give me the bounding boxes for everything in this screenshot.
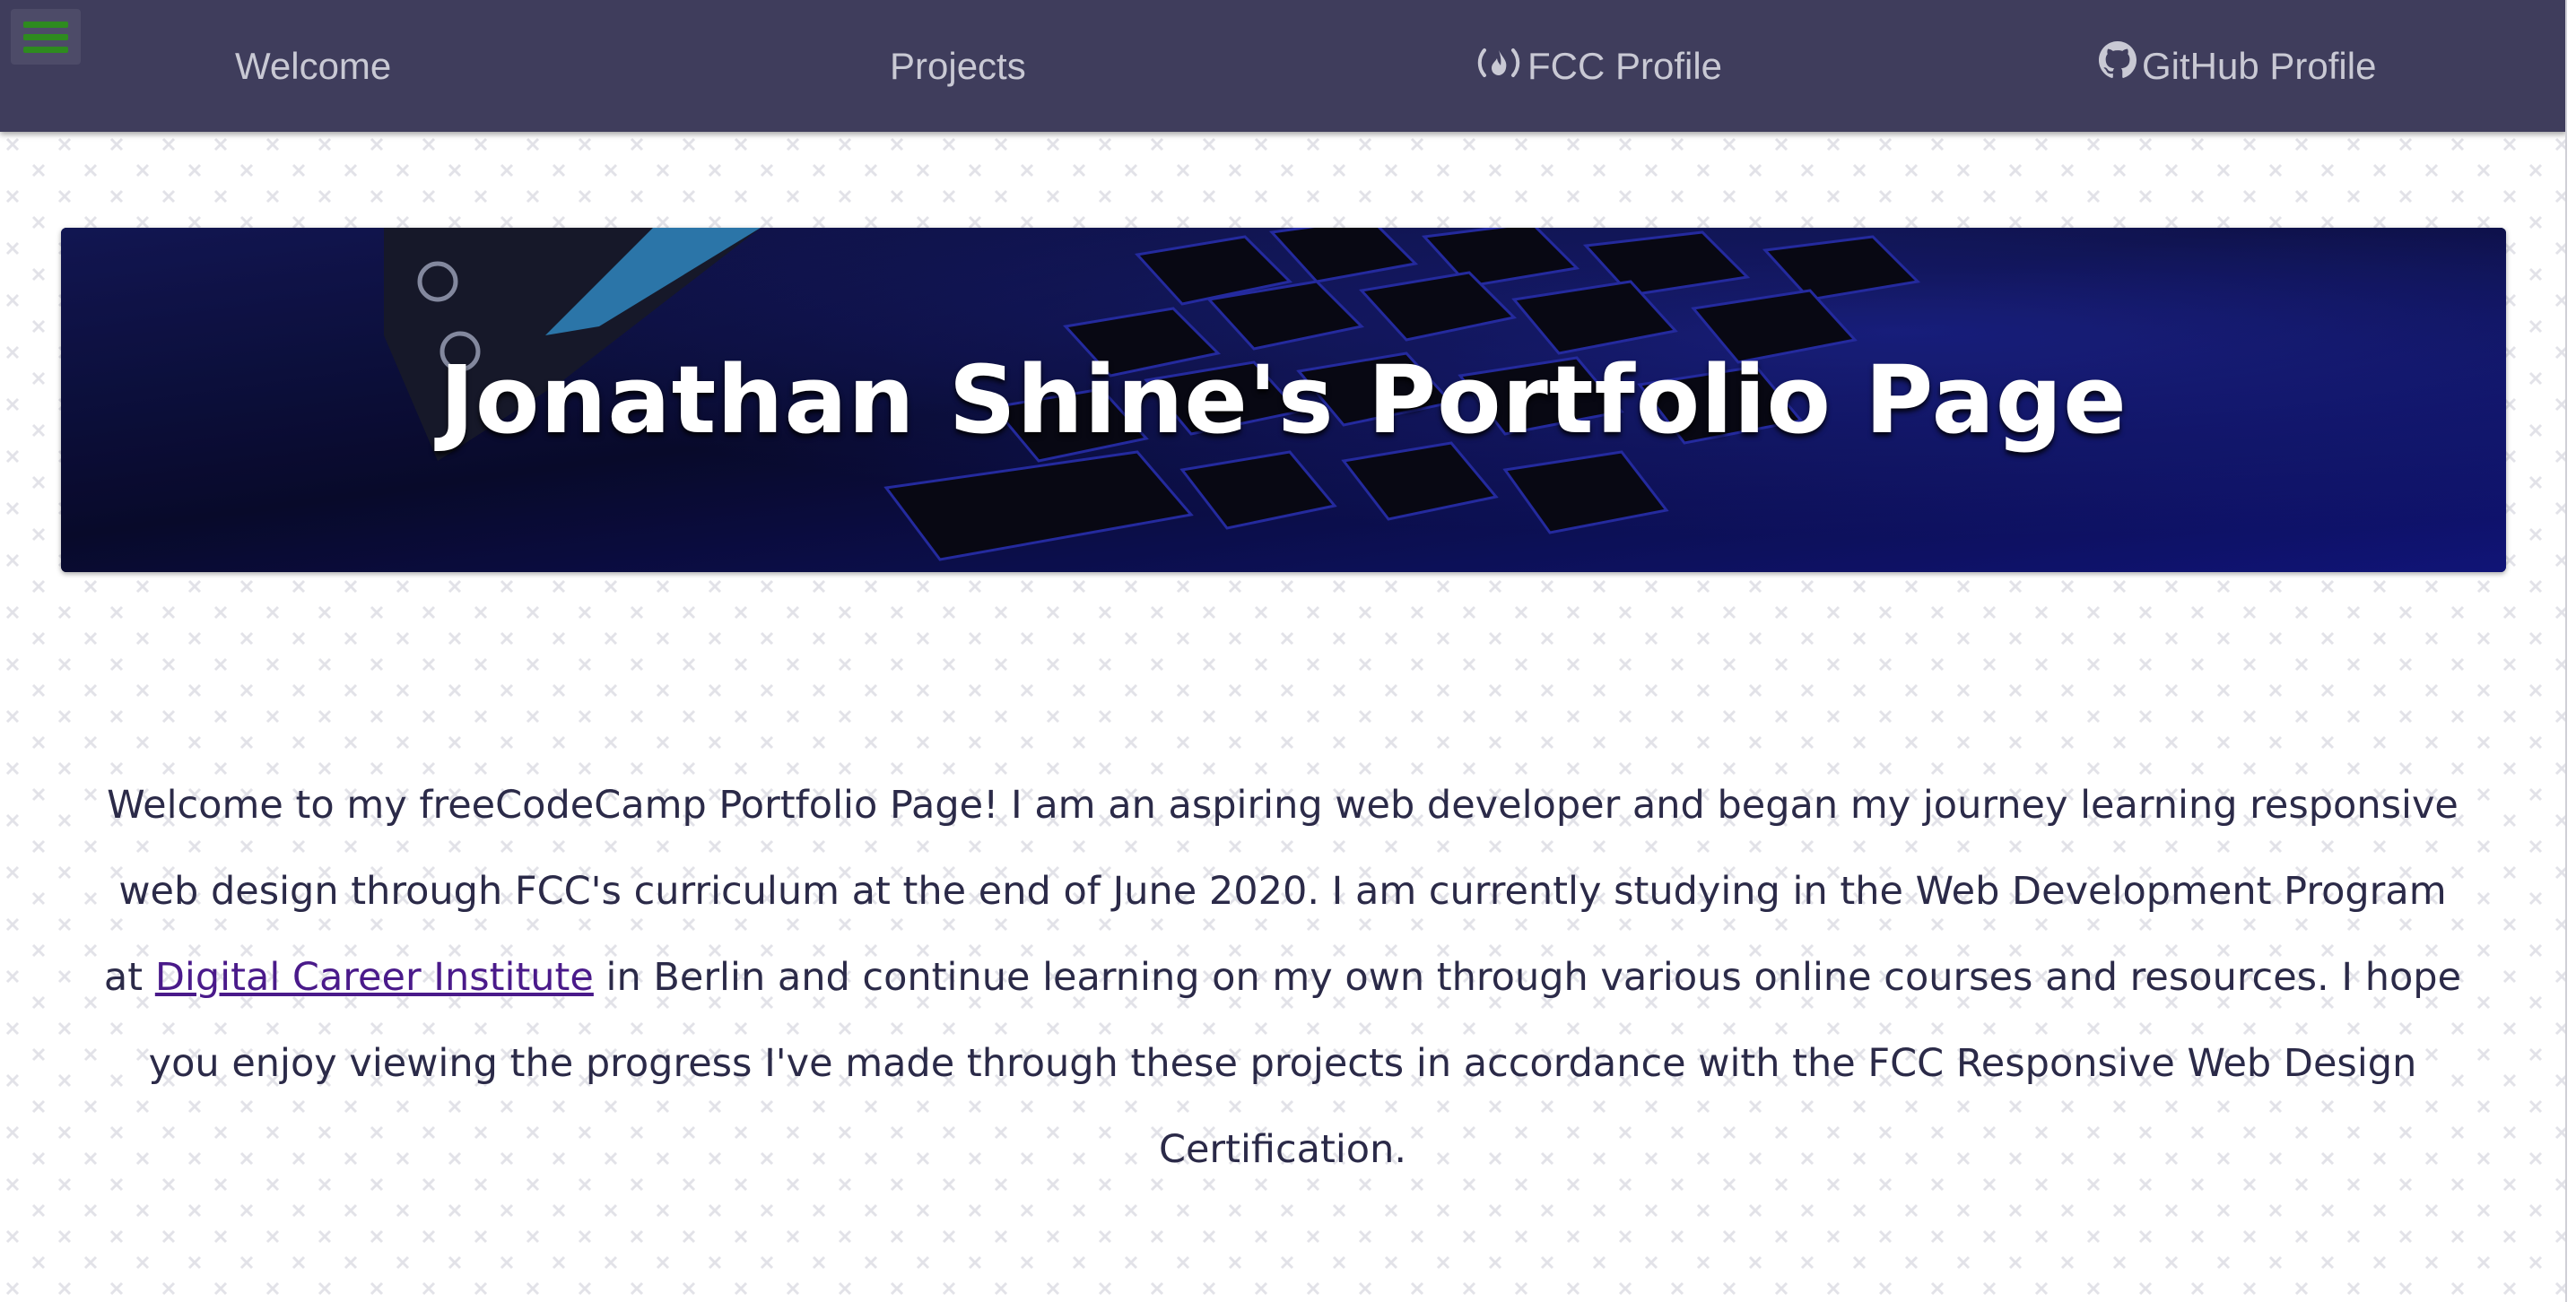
hamburger-menu-icon-bar — [23, 34, 68, 40]
nav-link-label: GitHub Profile — [2142, 45, 2377, 87]
nav-link-github-profile[interactable]: GitHub Profile — [2099, 0, 2376, 132]
nav-link-fcc-profile[interactable]: FCC Profile — [1475, 0, 1722, 132]
hamburger-menu-icon — [23, 22, 68, 28]
window-edge — [2565, 0, 2576, 1302]
github-icon — [2099, 0, 2137, 132]
nav-link-projects[interactable]: Projects — [890, 0, 1026, 132]
top-navbar: Welcome Projects FCC Profile GitHub Prof… — [0, 0, 2567, 132]
digital-career-institute-link[interactable]: Digital Career Institute — [155, 955, 594, 1000]
hamburger-menu-icon-bar — [23, 47, 68, 53]
nav-link-welcome[interactable]: Welcome — [235, 0, 391, 132]
freecodecamp-icon — [1475, 0, 1522, 132]
intro-paragraph: Welcome to my freeCodeCamp Portfolio Pag… — [99, 762, 2467, 1193]
hero-banner: Jonathan Shine's Portfolio Page — [61, 228, 2506, 572]
nav-link-label: FCC Profile — [1527, 45, 1723, 87]
menu-toggle-button[interactable] — [11, 9, 81, 65]
page-title: Jonathan Shine's Portfolio Page — [439, 345, 2128, 455]
